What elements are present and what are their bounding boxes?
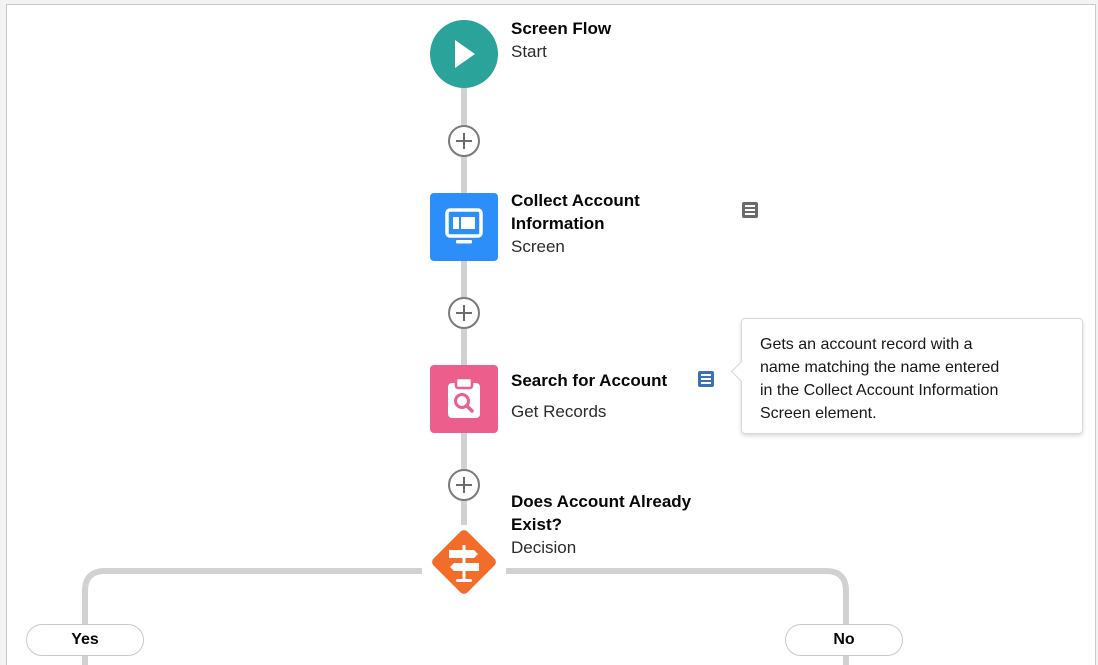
screen-node-title-line2: Information xyxy=(511,214,605,233)
get-records-node[interactable] xyxy=(430,365,498,433)
add-element-button-3[interactable] xyxy=(448,469,480,501)
start-node-type: Start xyxy=(511,42,547,61)
description-tooltip: Gets an account record with a name match… xyxy=(730,318,1083,434)
signpost-icon xyxy=(432,530,496,594)
decision-node-type: Decision xyxy=(511,538,577,557)
start-node-title: Screen Flow xyxy=(511,19,612,38)
tooltip-line-1: Gets an account record with a xyxy=(760,336,973,353)
add-element-button-2[interactable] xyxy=(448,297,480,329)
play-icon xyxy=(455,40,475,68)
screen-node-title-line1: Collect Account xyxy=(511,191,640,210)
description-icon-active[interactable] xyxy=(697,370,715,388)
clipboard-search-icon xyxy=(448,377,480,418)
decision-node-title-line2: Exist? xyxy=(511,515,563,534)
add-element-button-1[interactable] xyxy=(448,125,480,157)
tooltip-line-4: Screen element. xyxy=(760,405,877,422)
outcome-yes-label[interactable]: Yes xyxy=(26,624,144,656)
tooltip-line-3: in the Collect Account Information xyxy=(760,382,999,399)
flow-canvas[interactable]: Screen Flow Start Collect Account Inform… xyxy=(6,4,1096,665)
get-records-node-title: Search for Account xyxy=(511,371,668,390)
screen-monitor-icon xyxy=(445,208,483,244)
screen-node[interactable] xyxy=(430,193,498,261)
decision-node[interactable] xyxy=(425,523,503,601)
get-records-node-type: Get Records xyxy=(511,402,607,421)
start-node[interactable] xyxy=(430,20,498,88)
description-icon[interactable] xyxy=(741,201,759,219)
tooltip-line-2: name matching the name entered xyxy=(760,359,1000,376)
outcome-no-label[interactable]: No xyxy=(785,624,903,656)
decision-node-title-line1: Does Account Already xyxy=(511,492,692,511)
screen-node-type: Screen xyxy=(511,237,565,256)
